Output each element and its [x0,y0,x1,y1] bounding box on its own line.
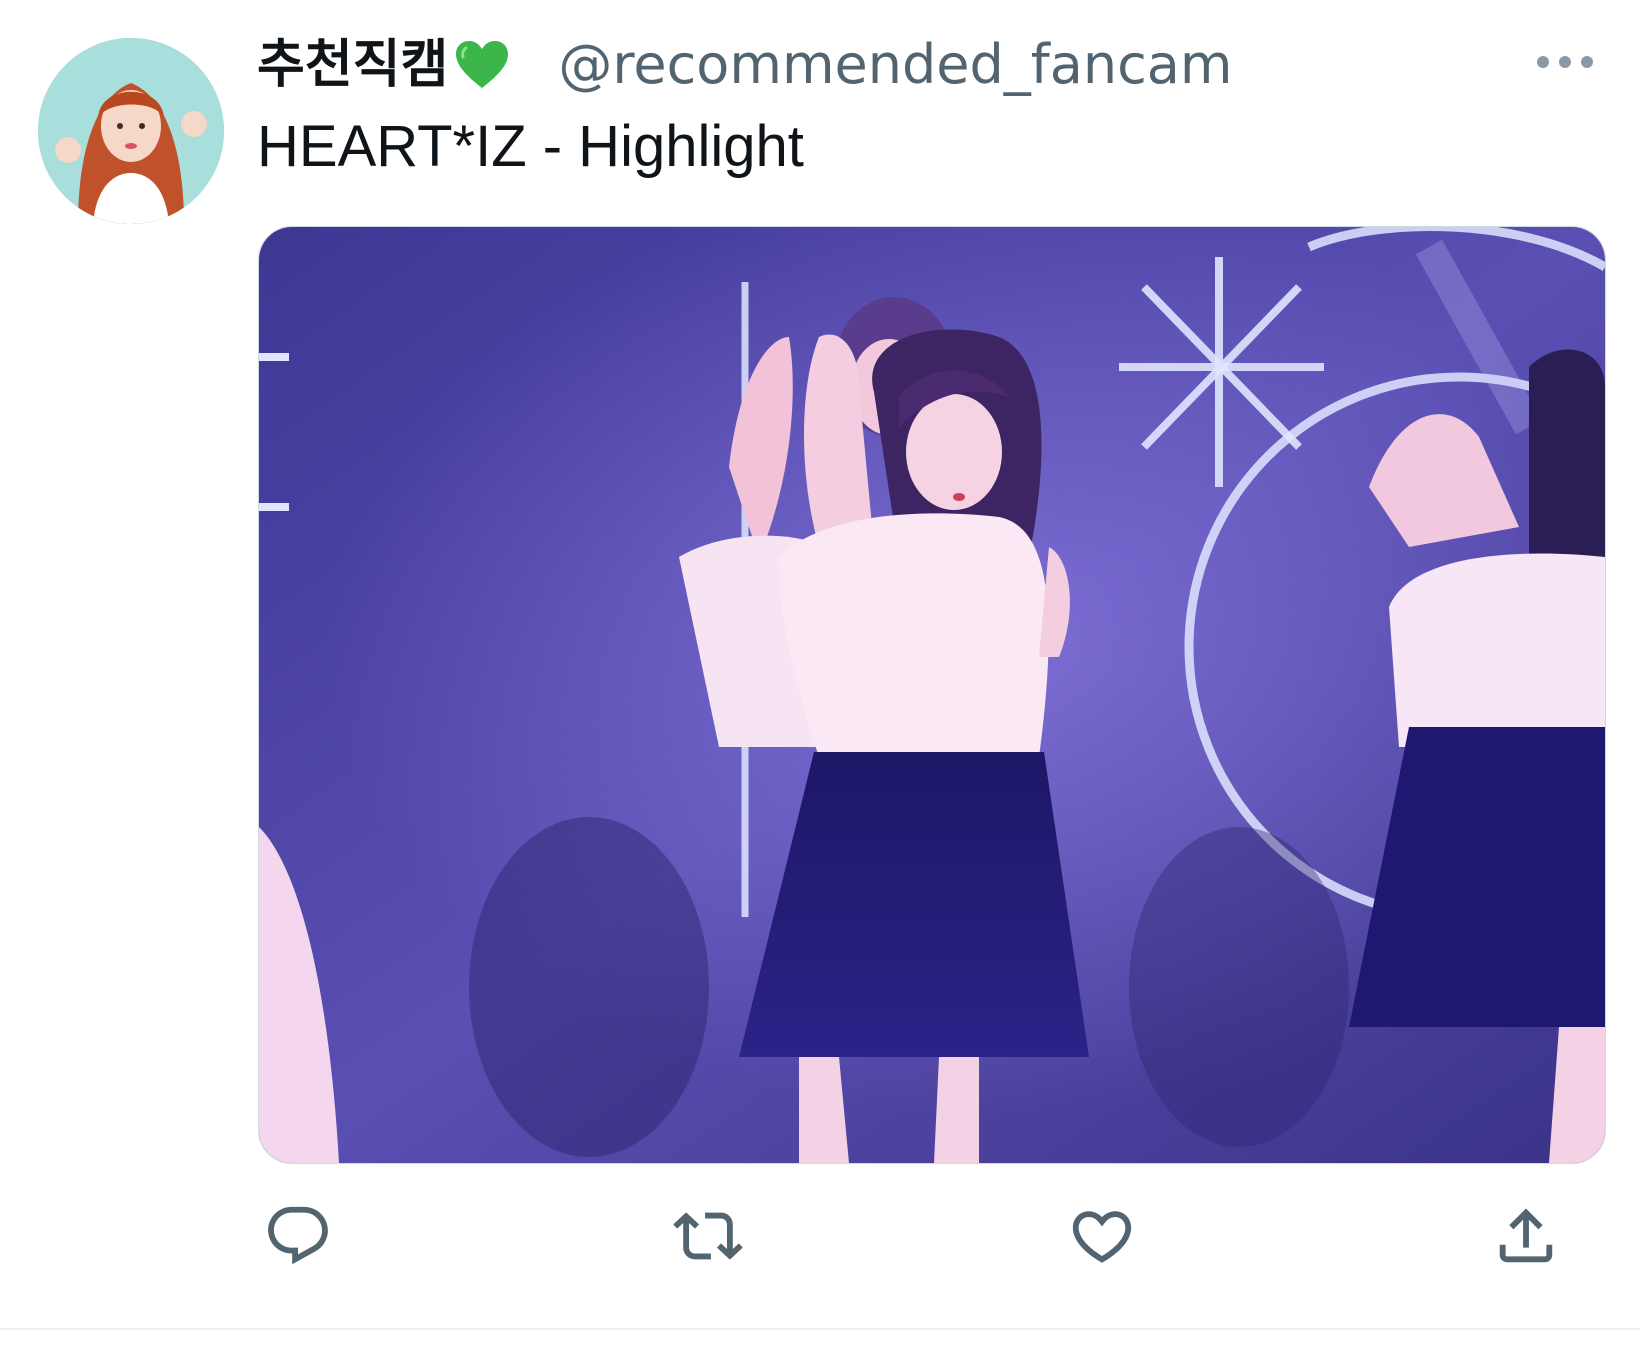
divider [0,1328,1640,1330]
tweet-header: 추천직캠 @recommended_fancam [257,30,1600,100]
more-button[interactable] [1530,42,1600,82]
tweet: 추천직캠 @recommended_fancam HEART*IZ - High… [0,0,1640,1367]
tweet-text: HEART*IZ - Highlight [257,114,804,179]
share-icon [1499,1208,1553,1263]
green-heart-icon [454,40,510,90]
tweet-actions [0,1196,1640,1276]
display-name[interactable]: 추천직캠 [257,39,448,91]
reply-icon [268,1206,328,1265]
share-button[interactable] [1486,1196,1566,1276]
avatar-image [38,38,224,224]
tweet-media-photo[interactable] [258,226,1606,1164]
retweet-button[interactable] [668,1196,748,1276]
avatar[interactable] [38,38,224,224]
like-icon [1072,1211,1132,1263]
like-button[interactable] [1062,1196,1142,1276]
stage-photo [259,227,1605,1163]
retweet-icon [673,1212,743,1260]
user-handle[interactable]: @recommended_fancam [558,38,1232,92]
reply-button[interactable] [258,1196,338,1276]
more-icon [1537,56,1593,68]
